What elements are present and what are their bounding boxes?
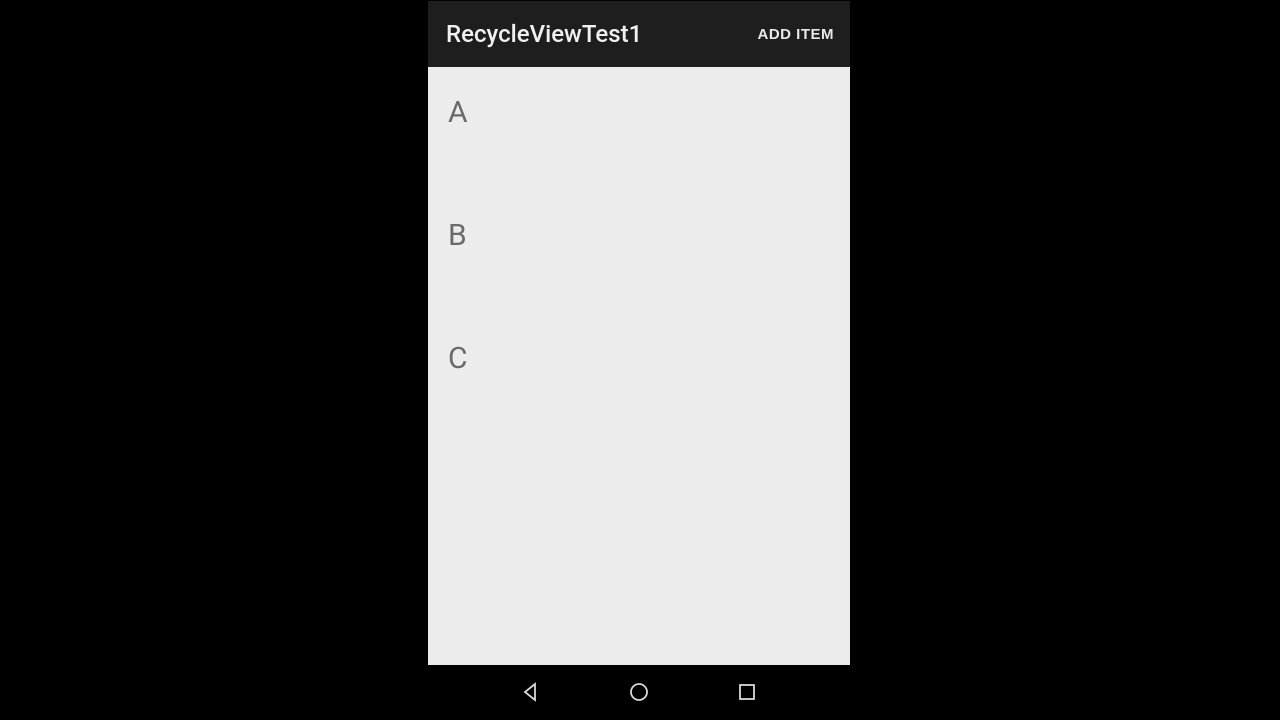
app-title: RecycleViewTest1 <box>446 20 642 48</box>
content-area[interactable]: A B C <box>428 67 850 665</box>
recent-apps-button[interactable] <box>736 681 758 703</box>
list-item[interactable]: B <box>428 190 850 313</box>
list-item-label: A <box>448 95 468 130</box>
back-button[interactable] <box>520 681 542 703</box>
list-item-label: B <box>448 218 467 253</box>
home-icon <box>628 681 650 703</box>
app-bar: RecycleViewTest1 ADD ITEM <box>428 1 850 67</box>
list-item[interactable]: A <box>428 67 850 190</box>
list-item-label: C <box>448 341 468 376</box>
navigation-bar <box>428 665 850 719</box>
home-button[interactable] <box>628 681 650 703</box>
add-item-button[interactable]: ADD ITEM <box>754 18 839 51</box>
device-frame: RecycleViewTest1 ADD ITEM A B C <box>428 1 850 719</box>
back-icon <box>521 682 541 702</box>
recent-icon <box>737 682 757 702</box>
list-item[interactable]: C <box>428 313 850 436</box>
